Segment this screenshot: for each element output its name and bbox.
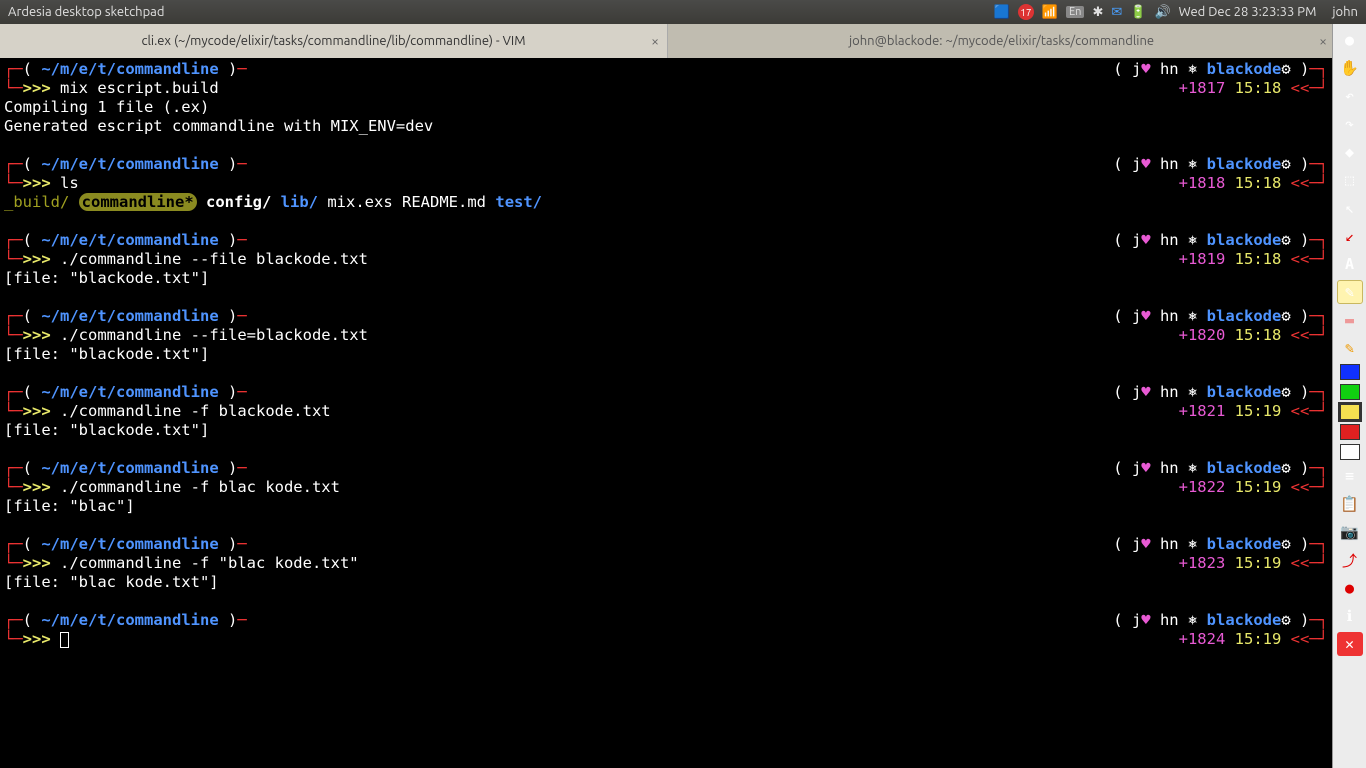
tool-info-icon[interactable]: ℹ [1337, 604, 1363, 628]
tool-thickness[interactable]: ≡ [1337, 464, 1363, 488]
tool-fill[interactable]: ◆ [1337, 140, 1363, 164]
swatch-red[interactable] [1340, 424, 1360, 440]
tool-marker-icon[interactable]: ✎ [1337, 336, 1363, 360]
wifi-icon[interactable]: 📶 [1042, 5, 1058, 20]
swatch-white[interactable] [1340, 444, 1360, 460]
notification-badge[interactable]: 17 [1018, 4, 1034, 20]
keyboard-lang[interactable]: En [1066, 6, 1084, 18]
workspace-icon[interactable]: 🟦 [994, 5, 1010, 20]
clock[interactable]: Wed Dec 28 3:23:33 PM [1179, 5, 1317, 19]
tool-clipboard-icon[interactable]: 📋 [1337, 492, 1363, 516]
swatch-yellow[interactable] [1340, 404, 1360, 420]
volume-icon[interactable]: 🔊 [1154, 5, 1170, 20]
tool-pencil[interactable]: ✎ [1337, 280, 1363, 304]
close-icon[interactable]: × [1319, 33, 1327, 49]
tool-record-icon[interactable]: ● [1337, 576, 1363, 600]
tool-text[interactable]: A [1337, 252, 1363, 276]
close-icon[interactable]: × [651, 33, 659, 49]
tool-quit-icon[interactable]: ✕ [1337, 632, 1363, 656]
system-menubar: Ardesia desktop sketchpad 🟦 17 📶 En ✱ ✉ … [0, 0, 1366, 24]
tool-dot[interactable]: ● [1337, 28, 1363, 52]
mail-icon[interactable]: ✉ [1111, 5, 1122, 20]
terminal-tabbar: cli.ex (~/mycode/elixir/tasks/commandlin… [0, 24, 1366, 58]
tool-undo[interactable]: ↶ [1337, 84, 1363, 108]
tab-shell[interactable]: john@blackode: ~/mycode/elixir/tasks/com… [668, 24, 1336, 58]
tool-hand[interactable]: ✋ [1337, 56, 1363, 80]
tool-erase[interactable]: ⬚ [1337, 168, 1363, 192]
tab-label: john@blackode: ~/mycode/elixir/tasks/com… [849, 34, 1154, 48]
user-menu[interactable]: john [1332, 5, 1358, 19]
tool-pointer[interactable]: ↖ [1337, 196, 1363, 220]
tool-eraser-icon[interactable]: ▬ [1337, 308, 1363, 332]
tab-vim[interactable]: cli.ex (~/mycode/elixir/tasks/commandlin… [0, 24, 668, 58]
swatch-blue[interactable] [1340, 364, 1360, 380]
bluetooth-icon[interactable]: ✱ [1092, 5, 1103, 20]
battery-icon[interactable]: 🔋 [1130, 5, 1146, 20]
terminal-output[interactable]: ┌─( ~/m/e/t/commandline )─( j♥ hn ⎈ blac… [0, 58, 1332, 768]
tool-arrow[interactable]: ↙ [1337, 224, 1363, 248]
app-title: Ardesia desktop sketchpad [8, 5, 164, 19]
tool-redo[interactable]: ↷ [1337, 112, 1363, 136]
tab-label: cli.ex (~/mycode/elixir/tasks/commandlin… [141, 34, 525, 48]
tool-export-icon[interactable]: ⤴ [1337, 548, 1363, 572]
tool-camera-icon[interactable]: 📷 [1337, 520, 1363, 544]
ardesia-toolbar: ● ✋ ↶ ↷ ◆ ⬚ ↖ ↙ A ✎ ▬ ✎ ≡ 📋 📷 ⤴ ● ℹ ✕ [1332, 24, 1366, 768]
swatch-green[interactable] [1340, 384, 1360, 400]
